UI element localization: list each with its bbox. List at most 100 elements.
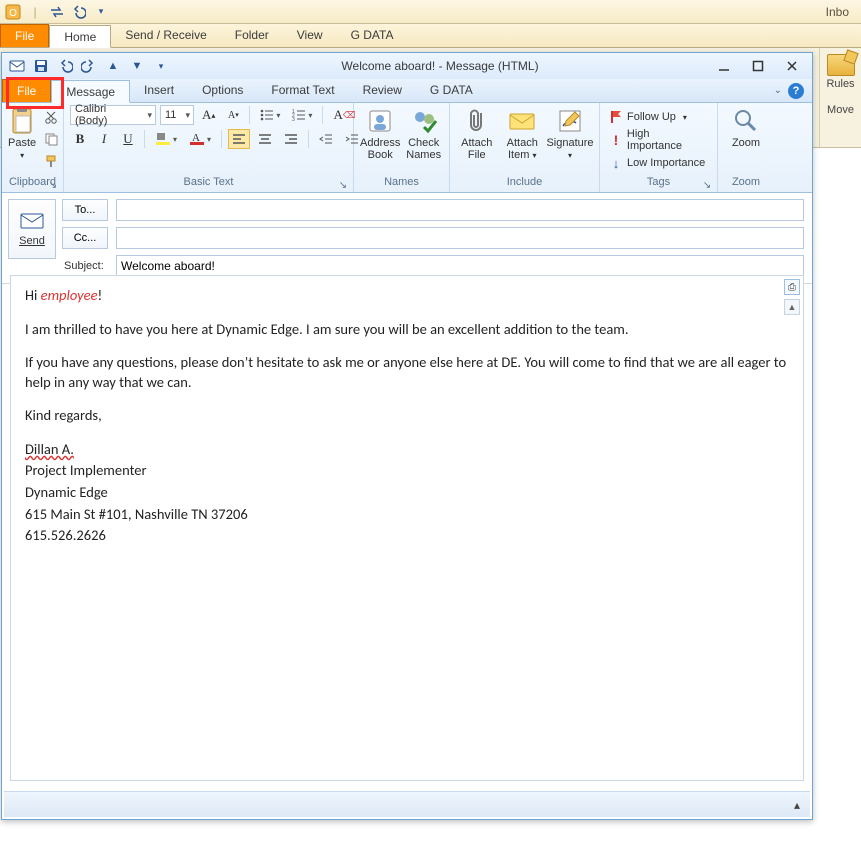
parent-window-title-partial: Inbo	[826, 5, 857, 19]
paste-button[interactable]: Paste▾	[8, 105, 36, 161]
send-label: Send	[19, 235, 45, 247]
address-book-label: Address Book	[360, 137, 400, 161]
body-options-icon[interactable]: ⎙	[784, 279, 800, 295]
align-right-icon[interactable]	[280, 129, 302, 149]
clipboard-launcher-icon[interactable]: ↘	[47, 180, 59, 192]
cc-field[interactable]	[116, 227, 804, 249]
compose-tab-file[interactable]: File	[2, 79, 51, 102]
redo-icon[interactable]	[80, 57, 98, 75]
zoom-group-label: Zoom	[724, 176, 768, 192]
body-paragraph-2: If you have any questions, please don’t …	[25, 353, 789, 392]
next-item-icon[interactable]: ▼	[128, 57, 146, 75]
status-collapse-icon[interactable]: ▴	[794, 798, 800, 812]
low-importance-icon: ↓	[610, 156, 622, 171]
copy-icon[interactable]	[40, 129, 62, 149]
follow-up-button[interactable]: Follow Up▾	[606, 107, 711, 127]
parent-send-receive-icon[interactable]	[48, 3, 66, 21]
zoom-button[interactable]: Zoom	[724, 105, 768, 149]
parent-tab-folder[interactable]: Folder	[221, 24, 283, 47]
grow-font-icon[interactable]: A▴	[198, 105, 219, 125]
compose-tab-review[interactable]: Review	[349, 79, 416, 102]
ribbon-collapse-icon[interactable]: ⌄	[774, 85, 782, 96]
flag-icon	[610, 110, 622, 124]
compose-tab-insert[interactable]: Insert	[130, 79, 188, 102]
qat-customize-icon[interactable]: ▾	[152, 57, 170, 75]
check-names-button[interactable]: Check Names	[404, 105, 443, 161]
help-icon[interactable]: ?	[788, 83, 804, 99]
subject-label: Subject:	[62, 260, 108, 272]
include-group-label: Include	[456, 176, 593, 192]
send-envelope-icon	[20, 211, 44, 231]
compose-ribbon-tabs: File Message Insert Options Format Text …	[2, 79, 812, 103]
check-names-icon	[410, 107, 438, 135]
signature-button[interactable]: Signature ▾	[547, 105, 593, 161]
align-center-icon[interactable]	[254, 129, 276, 149]
font-name-select[interactable]: Calibri (Body)	[70, 105, 156, 125]
subject-field[interactable]	[116, 255, 804, 277]
names-group-label: Names	[360, 176, 443, 192]
parent-ribbon-tabs: File Home Send / Receive Folder View G D…	[0, 24, 861, 48]
parent-divider-icon: |	[26, 3, 44, 21]
font-size-select[interactable]: 11	[160, 105, 194, 125]
font-color-icon[interactable]: A	[185, 129, 215, 149]
outlook-logo-icon: O	[4, 3, 22, 21]
message-body-editor[interactable]: Hi employee! I am thrilled to have you h…	[10, 275, 804, 781]
tags-launcher-icon[interactable]: ↘	[701, 180, 713, 192]
format-painter-icon[interactable]	[40, 151, 62, 171]
parent-tab-view[interactable]: View	[283, 24, 337, 47]
rules-button[interactable]: Rules	[826, 54, 854, 90]
low-importance-button[interactable]: ↓ Low Importance	[606, 153, 711, 173]
to-field[interactable]	[116, 199, 804, 221]
send-button[interactable]: Send	[8, 199, 56, 259]
save-icon[interactable]	[32, 57, 50, 75]
high-importance-icon: !	[610, 132, 622, 148]
highlight-color-icon[interactable]	[151, 129, 181, 149]
numbering-icon[interactable]: 123	[288, 105, 316, 125]
attach-file-button[interactable]: Attach File	[456, 105, 498, 161]
bullets-icon[interactable]	[256, 105, 284, 125]
parent-tab-send-receive[interactable]: Send / Receive	[111, 24, 220, 47]
compose-tab-gdata[interactable]: G DATA	[416, 79, 487, 102]
parent-tab-home[interactable]: Home	[49, 25, 111, 48]
align-left-icon[interactable]	[228, 129, 250, 149]
parent-tab-gdata[interactable]: G DATA	[337, 24, 408, 47]
decrease-indent-icon[interactable]	[315, 129, 337, 149]
attach-item-button[interactable]: Attach Item ▾	[502, 105, 544, 161]
body-paragraph-3: Kind regards,	[25, 406, 789, 426]
scroll-up-icon[interactable]: ▲	[784, 299, 800, 315]
folder-rules-icon	[827, 54, 855, 76]
basic-text-group-label: Basic Text	[184, 176, 234, 188]
cut-icon[interactable]	[40, 107, 62, 127]
basic-text-launcher-icon[interactable]: ↘	[337, 180, 349, 192]
undo-icon[interactable]	[56, 57, 74, 75]
compose-tab-options[interactable]: Options	[188, 79, 257, 102]
to-button[interactable]: To...	[62, 199, 108, 221]
address-book-icon	[366, 107, 394, 135]
cc-button[interactable]: Cc...	[62, 227, 108, 249]
shrink-font-icon[interactable]: A▾	[223, 105, 243, 125]
close-button[interactable]	[778, 57, 806, 75]
previous-item-icon[interactable]: ▲	[104, 57, 122, 75]
signature-phone: 615.526.2626	[25, 526, 789, 546]
move-group-label: Move	[827, 104, 854, 116]
compose-tab-message[interactable]: Message	[51, 80, 130, 103]
greeting-variable: employee	[41, 286, 98, 304]
low-importance-label: Low Importance	[627, 157, 705, 169]
high-importance-button[interactable]: ! High Importance	[606, 130, 711, 150]
check-names-label: Check Names	[404, 137, 443, 161]
maximize-button[interactable]	[744, 57, 772, 75]
underline-button[interactable]: U	[118, 129, 138, 149]
bold-button[interactable]: B	[70, 129, 90, 149]
compose-status-bar: ▴	[4, 791, 810, 817]
parent-qat-customize-icon[interactable]: ▾	[92, 3, 110, 21]
minimize-button[interactable]	[710, 57, 738, 75]
address-book-button[interactable]: Address Book	[360, 105, 400, 161]
compose-window-icon	[8, 57, 26, 75]
tags-group-label: Tags	[647, 176, 670, 188]
paperclip-icon	[463, 107, 491, 135]
signature-icon	[556, 107, 584, 135]
compose-tab-format-text[interactable]: Format Text	[257, 79, 348, 102]
parent-undo-icon[interactable]	[70, 3, 88, 21]
parent-tab-file[interactable]: File	[0, 24, 49, 47]
italic-button[interactable]: I	[94, 129, 114, 149]
